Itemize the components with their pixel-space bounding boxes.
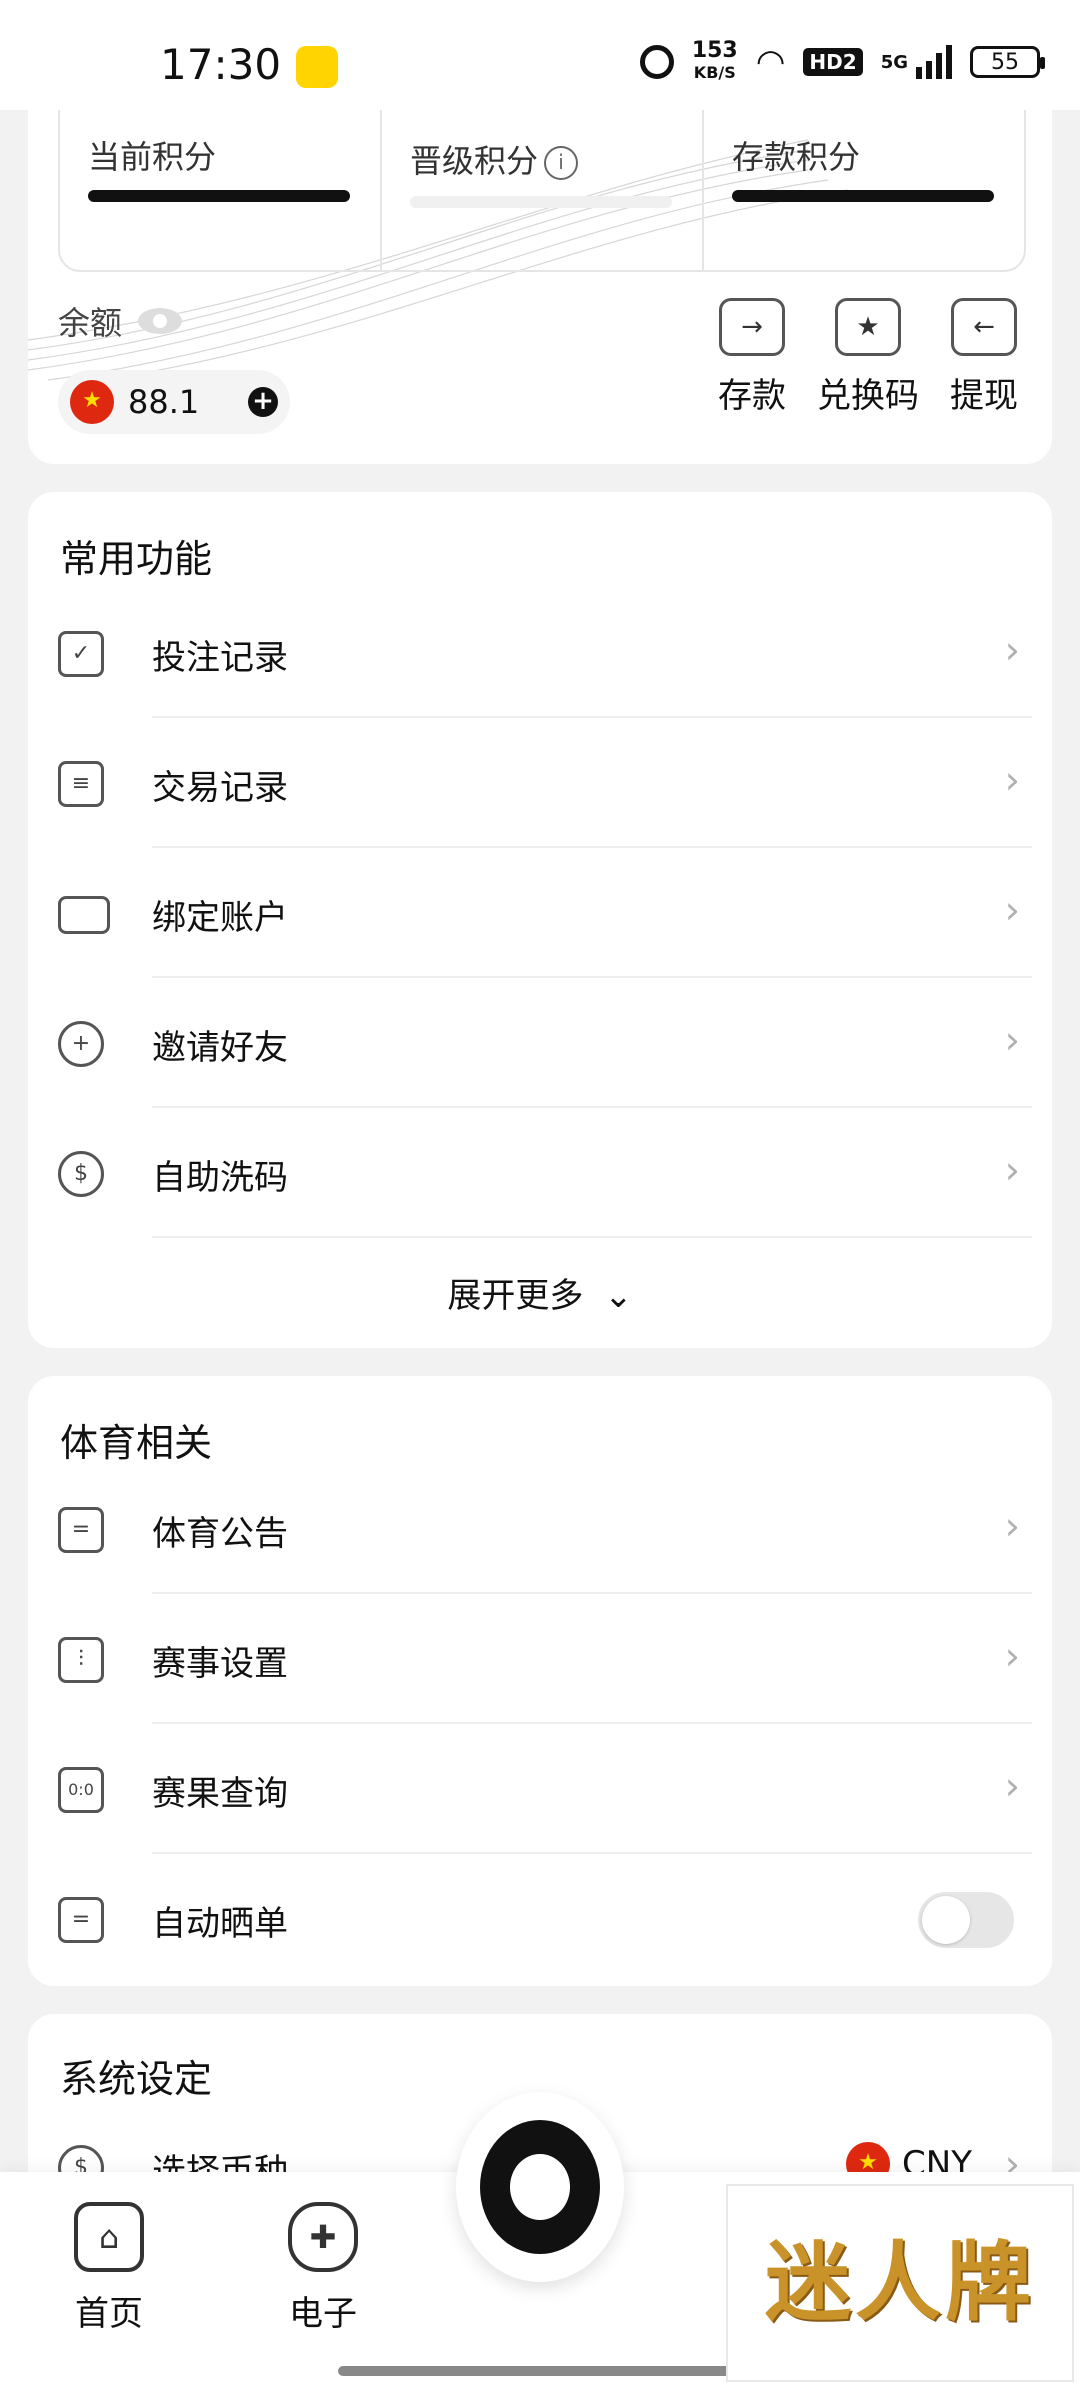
expand-more-button[interactable]: 展开更多 ⌄ (28, 1268, 1052, 1317)
menu-item-rebate[interactable]: $ 自助洗码 › (28, 1108, 1052, 1238)
account-card: 当前积分 晋级积分i 存款积分 余额 ★ 88.1 + → 存款 ★ 兑换码 (28, 70, 1052, 464)
deposit-points: 存款积分 (704, 110, 1024, 270)
chevron-down-icon: ⌄ (604, 1276, 633, 1316)
balance-pill[interactable]: ★ 88.1 + (58, 370, 290, 434)
menu-item-bet-record[interactable]: ✓ 投注记录 › (28, 588, 1052, 718)
deposit-icon: → (719, 298, 785, 356)
auto-share-toggle[interactable] (918, 1892, 1014, 1948)
status-bar: 17:30 153 KB/S ◠ HD2 5G 55 (0, 0, 1080, 110)
chevron-right-icon: › (1004, 758, 1020, 802)
bind-card-icon (58, 896, 110, 934)
balance-value: 88.1 (128, 383, 200, 421)
battery-indicator: 55 (970, 46, 1045, 78)
chevron-right-icon: › (1004, 888, 1020, 932)
cn-flag-icon: ★ (70, 380, 114, 424)
announcement-icon: = (58, 1507, 104, 1553)
section-title-system: 系统设定 (60, 2057, 213, 2101)
wallet-actions: → 存款 ★ 兑换码 ← 提现 (704, 298, 1032, 417)
upgrade-points: 晋级积分 i (382, 110, 704, 270)
redeem-code-button[interactable]: ★ 兑换码 (817, 298, 919, 417)
eye-icon[interactable] (138, 308, 183, 334)
net-speed: 153 KB/S (691, 38, 738, 83)
invite-friend-icon: + (58, 1021, 104, 1067)
home-indicator[interactable] (338, 2366, 742, 2376)
menu-item-invite-friend[interactable]: + 邀请好友 › (28, 978, 1052, 1108)
section-title-sports: 体育相关 (60, 1421, 213, 1465)
soccer-ball-icon (480, 2120, 600, 2254)
menu-item-sports-announcement[interactable]: = 体育公告 › (28, 1464, 1052, 1594)
redeem-code-icon: ★ (835, 298, 901, 356)
deposit-points-bar (732, 190, 994, 202)
menu-item-transaction-record[interactable]: ≡ 交易记录 › (28, 718, 1052, 848)
add-balance-icon[interactable]: + (248, 387, 278, 417)
common-functions-card: 常用功能 ✓ 投注记录 › ≡ 交易记录 › 绑定账户 › + 邀请好友 › $… (28, 492, 1052, 1348)
gamepad-icon: ✚ (288, 2202, 358, 2272)
rebate-icon: $ (58, 1151, 104, 1197)
current-points: 当前积分 (60, 110, 382, 270)
status-time: 17:30 (160, 40, 282, 89)
balance-label: 余额 (58, 298, 183, 344)
auto-share-icon: = (58, 1897, 104, 1943)
app-notification-icon (296, 46, 338, 88)
menu-item-auto-share: = 自动晒单 (28, 1854, 1052, 1984)
points-box: 当前积分 晋级积分 i 存款积分 (58, 110, 1026, 272)
bet-record-icon: ✓ (58, 631, 104, 677)
menu-item-match-settings[interactable]: ⫶ 赛事设置 › (28, 1594, 1052, 1724)
chevron-right-icon: › (1004, 1018, 1020, 1062)
withdraw-icon: ← (951, 298, 1017, 356)
home-icon: ⌂ (74, 2202, 144, 2272)
withdraw-button[interactable]: ← 提现 (936, 298, 1032, 417)
chevron-right-icon: › (1004, 1504, 1020, 1548)
watermark-logo: 迷人牌 (726, 2184, 1074, 2382)
wifi-icon: ◠ (755, 42, 786, 82)
signal-icon (916, 45, 952, 79)
menu-item-bind-account[interactable]: 绑定账户 › (28, 848, 1052, 978)
upgrade-points-bar (410, 196, 672, 208)
status-indicators: 153 KB/S ◠ HD2 5G 55 (639, 38, 1045, 84)
chevron-right-icon: › (1004, 1764, 1020, 1808)
alarm-icon (639, 45, 674, 79)
hd-badge: HD2 (803, 48, 863, 76)
chevron-right-icon: › (1004, 1148, 1020, 1192)
info-icon[interactable]: i (544, 146, 579, 180)
sports-card: 体育相关 = 体育公告 › ⫶ 赛事设置 › 0:0 赛果查询 › = 自动晒单 (28, 1376, 1052, 1986)
chevron-right-icon: › (1004, 1634, 1020, 1678)
current-points-bar (88, 190, 350, 202)
tab-electronic[interactable]: ✚ 电子 (258, 2202, 388, 2335)
menu-item-results[interactable]: 0:0 赛果查询 › (28, 1724, 1052, 1854)
score-calendar-icon: 0:0 (58, 1767, 104, 1813)
transaction-record-icon: ≡ (58, 761, 104, 807)
network-type: 5G (880, 51, 908, 73)
sports-center-button[interactable] (456, 2092, 624, 2282)
deposit-button[interactable]: → 存款 (704, 298, 800, 417)
tab-home[interactable]: ⌂ 首页 (44, 2202, 174, 2335)
settings-sliders-icon: ⫶ (58, 1637, 104, 1683)
chevron-right-icon: › (1004, 628, 1020, 672)
section-title-common: 常用功能 (60, 537, 213, 581)
